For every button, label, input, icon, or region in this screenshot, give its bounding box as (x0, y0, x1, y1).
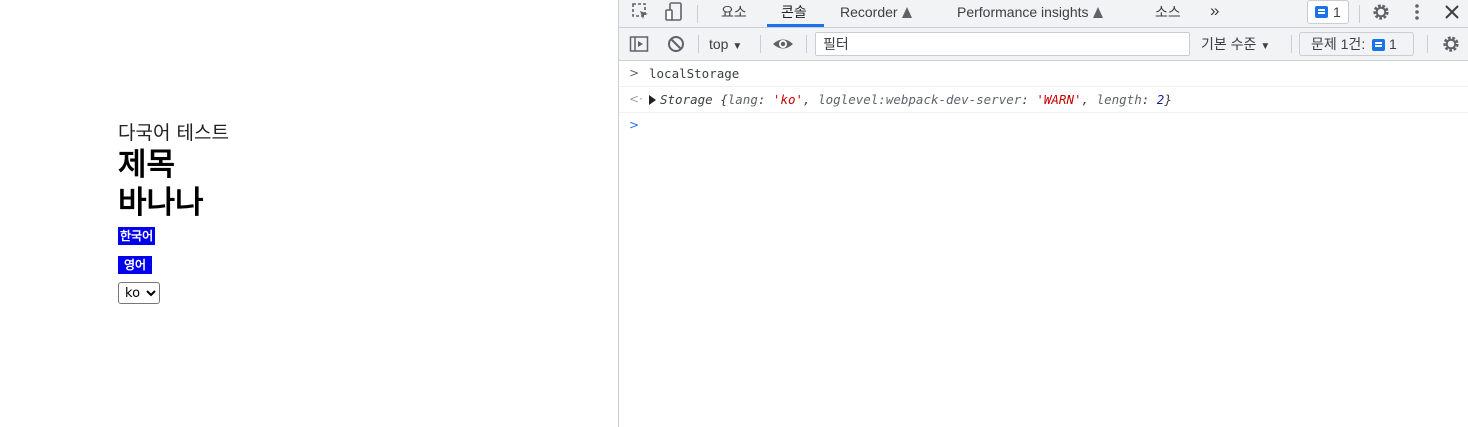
page-content: 다국어 테스트 제목 바나나 한국어 영어 ko (118, 120, 229, 304)
clear-console-icon[interactable] (666, 34, 686, 54)
console-input-command: localStorage (649, 66, 740, 81)
korean-button[interactable]: 한국어 (118, 227, 156, 245)
device-toolbar-icon[interactable] (664, 2, 684, 29)
storage-type: Storage (660, 92, 713, 107)
gear-icon[interactable] (1371, 2, 1391, 29)
tab-recorder[interactable]: Recorder (840, 0, 912, 27)
input-chevron-icon: > (629, 66, 640, 80)
sidebar-toggle-icon[interactable] (629, 34, 649, 54)
issue-icon (1315, 6, 1328, 18)
page-title: 제목 (118, 147, 176, 183)
english-button[interactable]: 영어 (118, 256, 153, 274)
experimental-flask-icon (901, 7, 912, 18)
experimental-flask-icon (1092, 7, 1103, 18)
language-select[interactable]: ko (118, 282, 160, 304)
issue-icon (1372, 39, 1386, 52)
result-arrow-icon: <· (629, 92, 643, 106)
console-result-line: <· Storage {lang: 'ko', loglevel:webpack… (619, 87, 1468, 113)
console-prompt[interactable]: > (619, 113, 1468, 138)
entry-key: loglevel:webpack-dev-server (818, 92, 1022, 107)
console-input-line: > localStorage (619, 61, 1468, 87)
entry-value: 'ko' (772, 92, 804, 107)
devtools-panel: 요소 콘솔 Recorder Performance insights 소스 »… (618, 0, 1468, 427)
issues-label: 문제 1건: (1311, 36, 1366, 52)
log-levels-dropdown[interactable]: 기본 수준 ▼ (1201, 28, 1270, 60)
console-toolbar: top ▼ 필터 기본 수준 ▼ 문제 1건: 1 (619, 28, 1468, 61)
entry-value: 'WARN' (1036, 92, 1082, 107)
tab-performance-insights-label: Performance insights (957, 4, 1089, 20)
dropdown-arrow-icon: ▼ (732, 41, 743, 52)
live-expression-icon[interactable] (772, 34, 794, 54)
issues-button[interactable]: 문제 1건: 1 (1299, 32, 1414, 56)
length-key: length (1096, 92, 1142, 107)
filter-input[interactable]: 필터 (815, 32, 1190, 56)
console-settings-gear-icon[interactable] (1441, 34, 1461, 54)
page-heading-banana: 바나나 (118, 185, 204, 221)
expand-triangle-icon[interactable] (649, 95, 656, 105)
brace-open: { (720, 92, 728, 107)
close-icon[interactable] (1442, 2, 1462, 29)
context-selector[interactable]: top ▼ (709, 28, 742, 60)
context-label: top (709, 36, 729, 52)
page-subtitle: 다국어 테스트 (118, 122, 229, 144)
console-output: > localStorage <· Storage {lang: 'ko', l… (619, 61, 1468, 138)
tab-elements[interactable]: 요소 (721, 0, 747, 27)
log-levels-label: 기본 수준 (1201, 36, 1257, 52)
storage-object[interactable]: Storage {lang: 'ko', loglevel:webpack-de… (649, 92, 1172, 107)
issues-badge-count: 1 (1333, 4, 1341, 20)
tab-console[interactable]: 콘솔 (767, 0, 824, 27)
kebab-menu-icon[interactable] (1407, 2, 1427, 29)
more-tabs-button[interactable]: » (1210, 0, 1219, 27)
tab-sources[interactable]: 소스 (1155, 0, 1181, 27)
issues-badge[interactable]: 1 (1307, 0, 1349, 24)
brace-close: } (1164, 92, 1172, 107)
prompt-chevron-icon: > (629, 118, 640, 132)
devtools-tabbar: 요소 콘솔 Recorder Performance insights 소스 »… (619, 0, 1468, 28)
tab-recorder-label: Recorder (840, 4, 898, 20)
dropdown-arrow-icon: ▼ (1260, 41, 1271, 52)
tab-performance-insights[interactable]: Performance insights (957, 0, 1103, 27)
issues-count: 1 (1389, 36, 1397, 52)
webpage-viewport: 다국어 테스트 제목 바나나 한국어 영어 ko (0, 0, 618, 427)
inspect-icon[interactable] (631, 2, 651, 29)
entry-key: lang (727, 92, 758, 107)
